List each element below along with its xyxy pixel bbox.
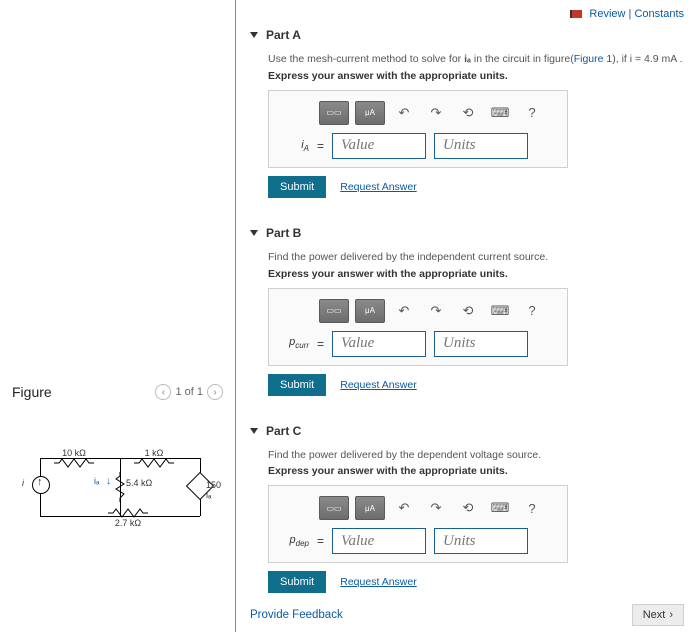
- template-button-2[interactable]: μA: [355, 496, 385, 520]
- part-b-value-input[interactable]: [332, 331, 426, 357]
- part-a-answer-box: ▭▭ μA ↶ ↷ ⟲ ⌨ ? iA =: [268, 90, 568, 168]
- part-a-input-row: iA =: [279, 133, 557, 159]
- part-a-toolbar: ▭▭ μA ↶ ↷ ⟲ ⌨ ?: [279, 99, 557, 133]
- figure-1-link[interactable]: Figure 1: [574, 53, 613, 65]
- part-b-instruction: Express your answer with the appropriate…: [268, 268, 684, 280]
- resistor-5-4k-label: 5.4 kΩ: [126, 478, 152, 488]
- reset-button[interactable]: ⟲: [455, 497, 481, 519]
- part-a-request-answer-link[interactable]: Request Answer: [340, 181, 416, 193]
- figure-heading: Figure: [12, 384, 52, 400]
- caret-down-icon: [250, 230, 258, 236]
- part-b-header[interactable]: Part B: [250, 222, 684, 244]
- figure-pager-label: 1 of 1: [175, 386, 203, 398]
- circuit-diagram: i 150 iₐ 10 kΩ 1 kΩ 5.4 kΩ 2.7 kΩ iₐ: [30, 450, 210, 530]
- part-c-input-row: pdep =: [279, 528, 557, 554]
- equals-sign: =: [317, 337, 324, 351]
- reset-button[interactable]: ⟲: [455, 102, 481, 124]
- equals-sign: =: [317, 534, 324, 548]
- resistor-2-7k: 2.7 kΩ: [108, 508, 148, 528]
- constants-link[interactable]: Constants: [634, 8, 684, 20]
- template-button-2[interactable]: μA: [355, 299, 385, 323]
- footer: Provide Feedback Next ›: [250, 604, 684, 626]
- keyboard-button[interactable]: ⌨: [487, 102, 513, 124]
- part-a-units-input[interactable]: [434, 133, 528, 159]
- help-button[interactable]: ?: [519, 102, 545, 124]
- caret-down-icon: [250, 428, 258, 434]
- part-a-prompt: Use the mesh-current method to solve for…: [268, 52, 684, 68]
- part-b-prompt: Find the power delivered by the independ…: [268, 250, 684, 266]
- part-b: Part B Find the power delivered by the i…: [250, 222, 684, 396]
- right-pane: Review | Constants Part A Use the mesh-c…: [236, 0, 698, 632]
- part-c-title: Part C: [266, 424, 301, 438]
- part-c-instruction: Express your answer with the appropriate…: [268, 465, 684, 477]
- left-pane: Figure ‹ 1 of 1 › i 150 iₐ 10 kΩ: [0, 0, 236, 632]
- help-button[interactable]: ?: [519, 300, 545, 322]
- figure-image: i 150 iₐ 10 kΩ 1 kΩ 5.4 kΩ 2.7 kΩ iₐ: [30, 450, 205, 535]
- review-link[interactable]: Review: [589, 8, 625, 20]
- part-c-value-input[interactable]: [332, 528, 426, 554]
- equals-sign: =: [317, 139, 324, 153]
- top-links: Review | Constants: [570, 8, 684, 20]
- template-button-1[interactable]: ▭▭: [319, 101, 349, 125]
- part-c: Part C Find the power delivered by the d…: [250, 420, 684, 594]
- part-a-value-input[interactable]: [332, 133, 426, 159]
- next-button[interactable]: Next ›: [632, 604, 684, 626]
- part-c-button-row: Submit Request Answer: [268, 571, 684, 593]
- part-b-units-input[interactable]: [434, 331, 528, 357]
- undo-button[interactable]: ↶: [391, 300, 417, 322]
- resistor-5-4k-icon: [114, 472, 126, 502]
- part-c-prompt: Find the power delivered by the dependen…: [268, 448, 684, 464]
- figure-prev-button[interactable]: ‹: [155, 384, 171, 400]
- part-a-title: Part A: [266, 28, 301, 42]
- part-c-request-answer-link[interactable]: Request Answer: [340, 576, 416, 588]
- chevron-right-icon: ›: [669, 609, 673, 621]
- part-c-header[interactable]: Part C: [250, 420, 684, 442]
- ia-label: iₐ: [94, 476, 99, 486]
- resistor-1k: 1 kΩ: [134, 448, 174, 468]
- part-b-toolbar: ▭▭ μA ↶ ↷ ⟲ ⌨ ?: [279, 297, 557, 331]
- next-button-label: Next: [643, 609, 666, 621]
- undo-button[interactable]: ↶: [391, 497, 417, 519]
- help-button[interactable]: ?: [519, 497, 545, 519]
- caret-down-icon: [250, 32, 258, 38]
- part-a: Part A Use the mesh-current method to so…: [250, 24, 684, 198]
- part-b-button-row: Submit Request Answer: [268, 374, 684, 396]
- part-b-title: Part B: [266, 226, 301, 240]
- template-button-1[interactable]: ▭▭: [319, 299, 349, 323]
- part-a-submit-button[interactable]: Submit: [268, 176, 326, 198]
- part-b-request-answer-link[interactable]: Request Answer: [340, 379, 416, 391]
- part-c-units-input[interactable]: [434, 528, 528, 554]
- figure-next-button[interactable]: ›: [207, 384, 223, 400]
- part-b-var-label: pcurr: [279, 336, 309, 350]
- part-a-header[interactable]: Part A: [250, 24, 684, 46]
- part-b-submit-button[interactable]: Submit: [268, 374, 326, 396]
- part-b-answer-box: ▭▭ μA ↶ ↷ ⟲ ⌨ ? pcurr =: [268, 288, 568, 366]
- ia-arrow-icon: ↓: [106, 476, 111, 487]
- part-a-instruction: Express your answer with the appropriate…: [268, 70, 684, 82]
- part-a-button-row: Submit Request Answer: [268, 176, 684, 198]
- part-c-submit-button[interactable]: Submit: [268, 571, 326, 593]
- reset-button[interactable]: ⟲: [455, 300, 481, 322]
- part-c-answer-box: ▭▭ μA ↶ ↷ ⟲ ⌨ ? pdep =: [268, 485, 568, 563]
- redo-button[interactable]: ↷: [423, 497, 449, 519]
- dependent-source-label: 150 iₐ: [206, 480, 221, 500]
- provide-feedback-link[interactable]: Provide Feedback: [250, 609, 343, 621]
- part-b-input-row: pcurr =: [279, 331, 557, 357]
- figure-header: Figure ‹ 1 of 1 ›: [12, 384, 223, 400]
- current-source-icon: [32, 476, 50, 494]
- template-button-2[interactable]: μA: [355, 101, 385, 125]
- redo-button[interactable]: ↷: [423, 300, 449, 322]
- template-button-1[interactable]: ▭▭: [319, 496, 349, 520]
- current-source-label: i: [22, 478, 24, 488]
- part-c-var-label: pdep: [279, 534, 309, 548]
- figure-pager: ‹ 1 of 1 ›: [155, 384, 223, 400]
- keyboard-button[interactable]: ⌨: [487, 497, 513, 519]
- redo-button[interactable]: ↷: [423, 102, 449, 124]
- flag-icon[interactable]: [570, 10, 582, 18]
- keyboard-button[interactable]: ⌨: [487, 300, 513, 322]
- resistor-10k: 10 kΩ: [54, 448, 94, 468]
- part-c-toolbar: ▭▭ μA ↶ ↷ ⟲ ⌨ ?: [279, 494, 557, 528]
- undo-button[interactable]: ↶: [391, 102, 417, 124]
- part-a-var-label: iA: [279, 139, 309, 153]
